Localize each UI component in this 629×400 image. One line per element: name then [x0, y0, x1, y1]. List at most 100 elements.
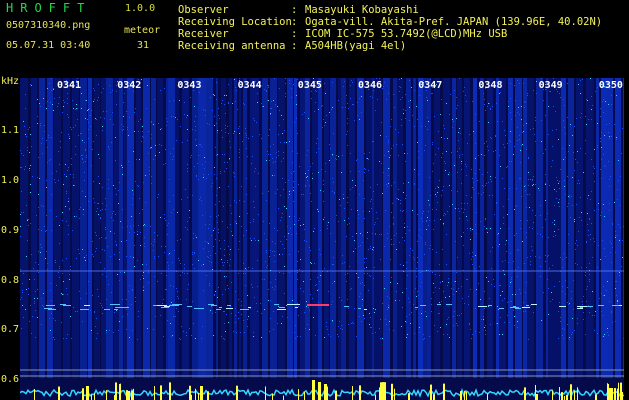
echo-trace — [587, 306, 593, 307]
spectrogram-column — [300, 78, 305, 378]
echo-trace — [114, 309, 118, 310]
meteor-echo-highlight — [307, 304, 329, 306]
meteor-peak — [614, 388, 616, 400]
meteor-peak — [131, 390, 133, 400]
spectrogram-column — [393, 78, 397, 378]
observer-label: Observer — [178, 4, 229, 16]
observer-separator: : — [291, 4, 298, 16]
meteor-peak — [207, 391, 209, 400]
spectrogram-column — [72, 78, 79, 378]
meteor-peak — [198, 392, 199, 400]
spectrogram-column — [561, 78, 566, 378]
frequency-tick-label: 1.1 — [1, 125, 20, 136]
echo-trace — [344, 306, 349, 307]
observer-value: Masayuki Kobayashi — [305, 4, 419, 16]
echo-trace — [295, 307, 298, 308]
spectrogram-column — [496, 78, 499, 378]
spectrogram-canvas — [20, 78, 624, 400]
meteor-peak — [384, 382, 386, 400]
meteor-count-label: meteor — [124, 25, 161, 36]
echo-trace — [248, 307, 251, 308]
app-logo: HROFFT — [6, 1, 92, 15]
spectrogram-column — [63, 78, 70, 378]
spectrogram-column — [124, 78, 127, 378]
meteor-peak — [304, 391, 305, 400]
spectrogram-column — [318, 78, 322, 378]
meteor-peak — [119, 383, 120, 400]
meteor-peak — [524, 387, 526, 400]
meteor-peak — [391, 383, 393, 400]
spectrogram-column — [80, 78, 87, 378]
echo-trace — [227, 305, 231, 306]
meteor-peak — [120, 383, 121, 400]
receiver-value: ICOM IC-575 53.7492(@LCD)MHz USB — [305, 28, 508, 40]
time-tick-label: 0347 — [418, 80, 443, 91]
meteor-peak — [236, 385, 238, 400]
meteor-peak — [133, 388, 134, 400]
spectrogram-column — [423, 78, 427, 378]
spectrogram-column — [457, 78, 462, 378]
echo-trace — [619, 305, 622, 306]
meteor-peak — [312, 380, 315, 400]
time-tick-label: 0348 — [478, 80, 503, 91]
spectrogram-column — [157, 78, 163, 378]
meteor-peak — [394, 388, 395, 400]
meteor-peak — [34, 388, 35, 400]
echo-trace — [187, 306, 192, 307]
spectrogram-column — [418, 78, 423, 378]
echo-trace — [446, 304, 452, 305]
meteor-peak — [82, 388, 84, 400]
echo-trace — [526, 305, 529, 306]
time-tick-label: 0344 — [237, 80, 262, 91]
spectrogram-column — [330, 78, 336, 378]
time-tick-label: 0345 — [297, 80, 322, 91]
frequency-tick-label: 0.9 — [1, 225, 20, 236]
meteor-peak — [327, 386, 328, 400]
meteor-peak — [195, 388, 196, 400]
meteor-peak — [610, 388, 613, 400]
echo-trace — [219, 307, 222, 308]
echo-trace — [515, 308, 521, 309]
frequency-tick-label: 0.6 — [1, 374, 20, 385]
meteor-peak — [298, 389, 299, 400]
spectrogram-column — [338, 78, 341, 378]
spectrogram-column — [406, 78, 411, 378]
app-version: 1.0.0 — [125, 3, 156, 14]
echo-trace — [488, 305, 492, 306]
spectrogram-column — [39, 78, 45, 378]
echo-trace — [115, 307, 123, 308]
spectrogram-panel — [20, 78, 624, 400]
spectrogram-column — [473, 78, 477, 378]
spectrogram-column — [592, 78, 594, 378]
meteor-peak — [335, 390, 337, 400]
echo-trace — [48, 309, 56, 310]
spectrogram-column — [20, 78, 22, 378]
meteor-peak — [128, 390, 130, 400]
meteor-peak — [86, 386, 89, 400]
echo-trace — [279, 307, 285, 308]
spectrogram-column — [623, 78, 624, 378]
meteor-peak — [189, 385, 191, 400]
echo-trace — [194, 308, 204, 309]
time-tick-label: 0342 — [117, 80, 142, 91]
echo-trace — [60, 304, 66, 305]
meteor-peak — [380, 390, 382, 400]
spectrogram-column — [270, 78, 277, 378]
spectrogram-column — [22, 78, 28, 378]
spectrogram-column — [586, 78, 592, 378]
location-value: Ogata-vill. Akita-Pref. JAPAN (139.96E, … — [305, 16, 603, 28]
spectrogram-column — [278, 78, 285, 378]
spectrogram-column — [546, 78, 548, 378]
spectrogram-column — [357, 78, 364, 378]
meteor-peak — [91, 394, 92, 400]
time-tick-label: 0349 — [538, 80, 563, 91]
echo-trace — [80, 309, 89, 310]
spectrogram-column — [366, 78, 372, 378]
spectrogram-column — [262, 78, 268, 378]
spectrogram-column — [508, 78, 513, 378]
receiver-label: Receiver — [178, 28, 229, 40]
meteor-peak — [617, 388, 619, 400]
echo-trace — [577, 306, 587, 307]
echo-trace — [287, 304, 297, 305]
meteor-peak — [200, 386, 203, 400]
